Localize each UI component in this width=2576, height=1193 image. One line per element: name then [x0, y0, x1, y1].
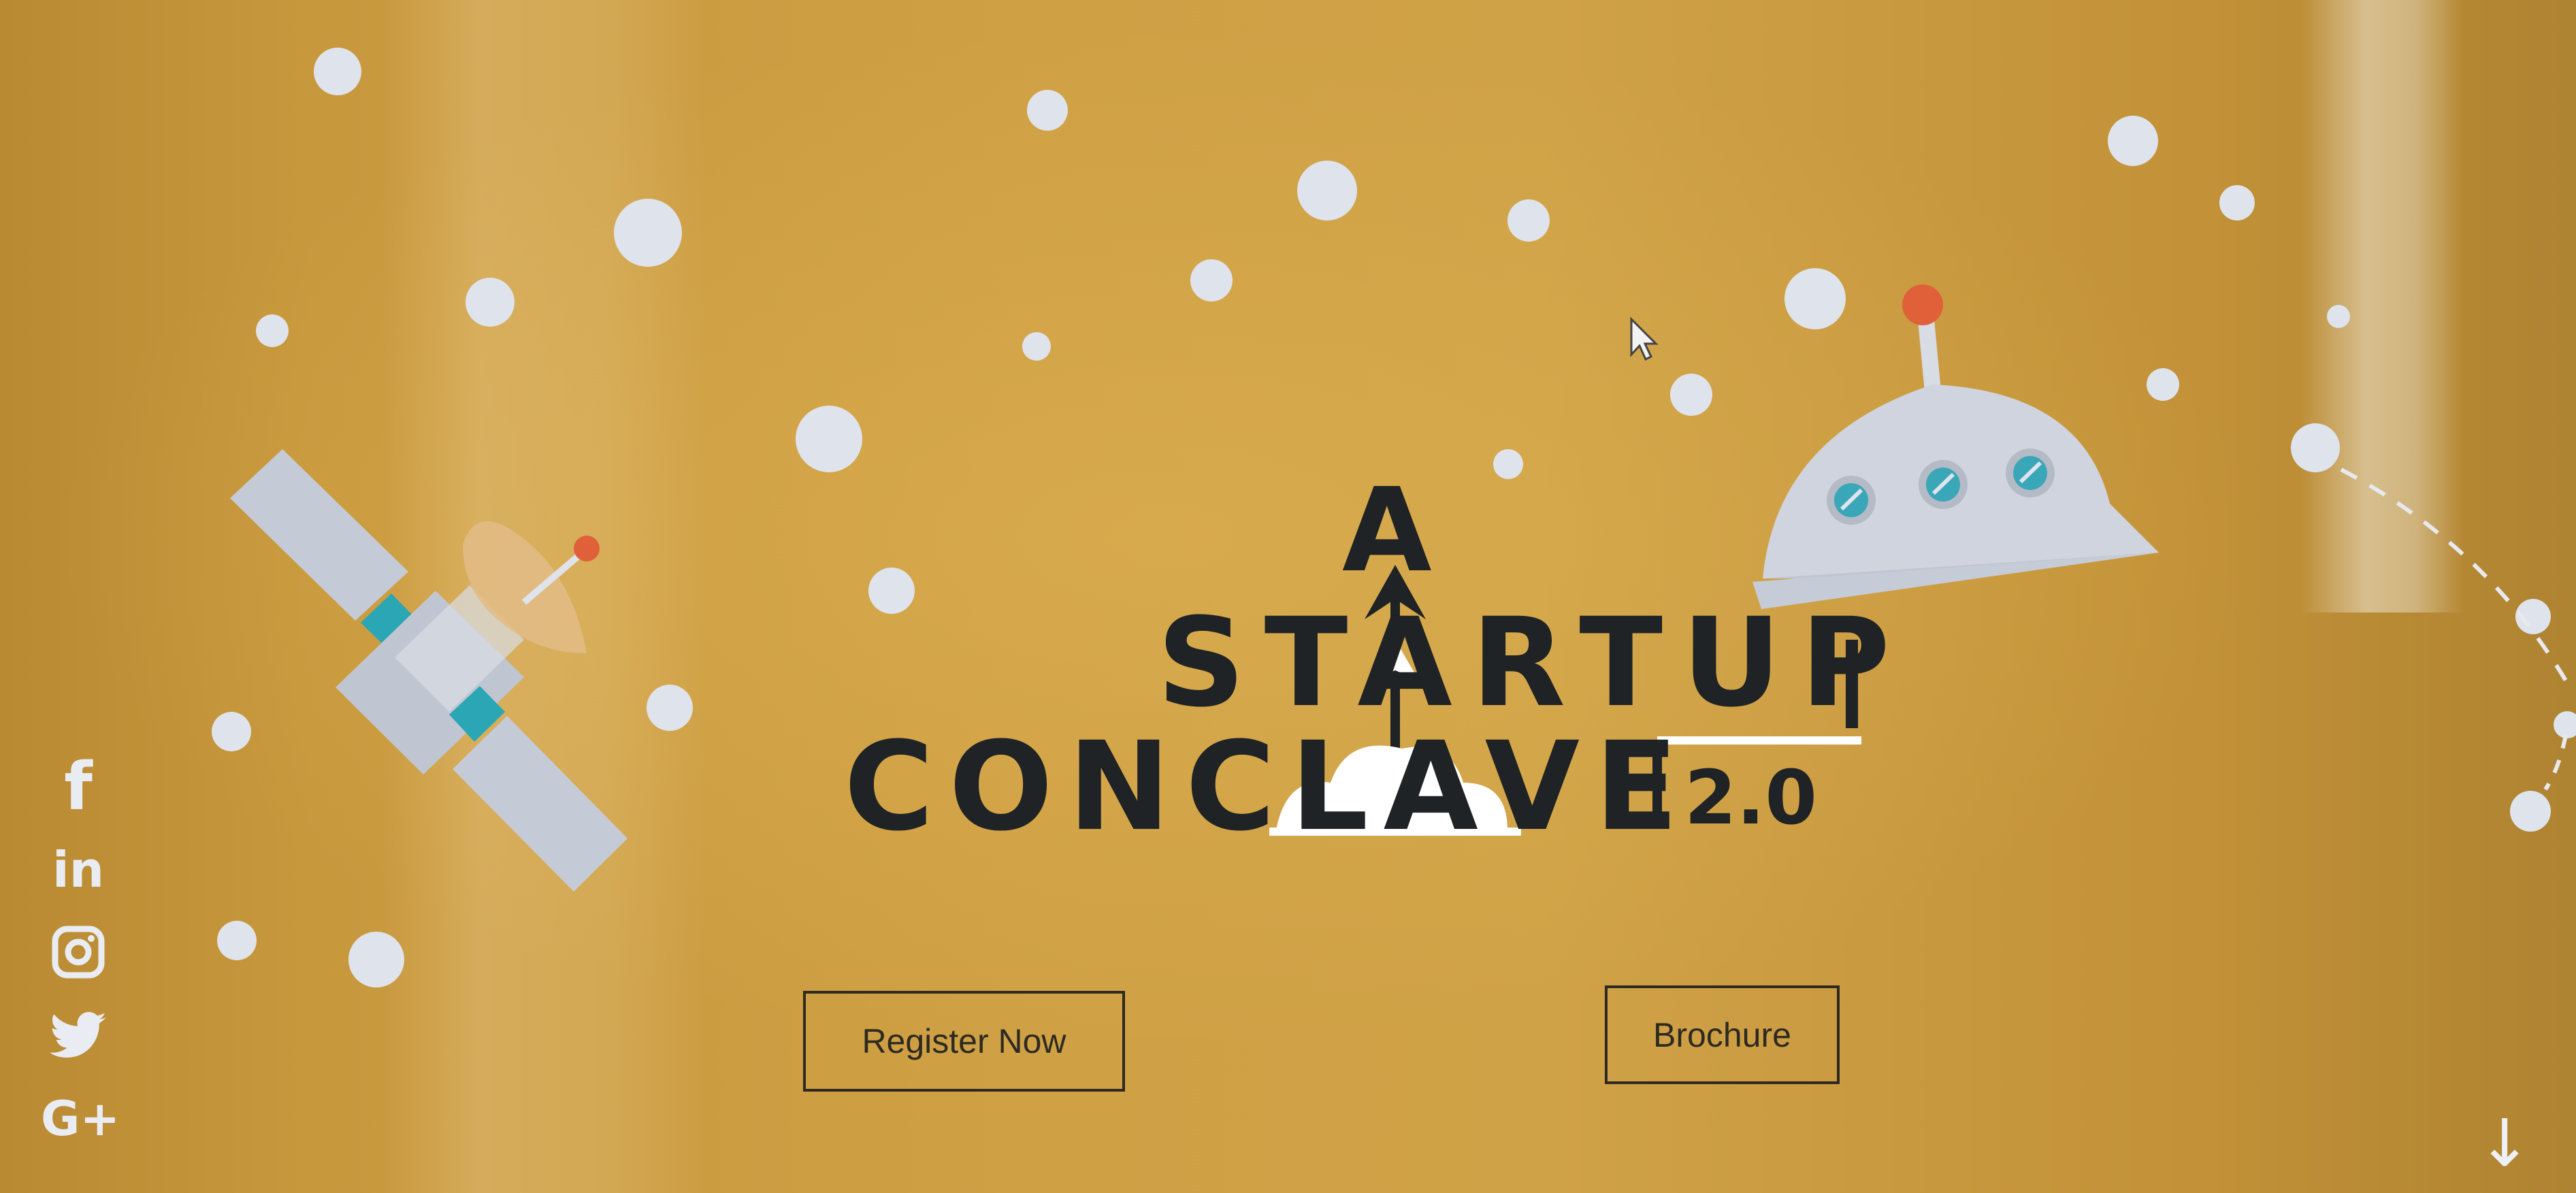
bubble — [348, 932, 404, 987]
bubble — [2108, 116, 2158, 166]
bubble — [1784, 268, 1846, 329]
bubble — [212, 712, 251, 751]
google-plus-icon[interactable]: G+ — [41, 1077, 120, 1160]
bubble — [1022, 332, 1051, 361]
bubble — [2219, 185, 2255, 220]
satellite-illustration — [230, 449, 627, 892]
bubble — [256, 314, 289, 347]
bubble — [796, 406, 862, 472]
bubble — [647, 685, 693, 731]
scroll-down-arrow-icon[interactable]: ↓ — [2477, 1106, 2532, 1181]
twitter-icon[interactable] — [41, 994, 116, 1077]
bubble — [1297, 161, 1357, 220]
bubble — [2291, 423, 2340, 472]
bubble — [2554, 711, 2576, 738]
bubble — [314, 48, 361, 95]
bubble — [1507, 199, 1550, 242]
background-illustration — [212, 48, 2576, 987]
brochure-button[interactable]: Brochure — [1605, 985, 1840, 1084]
trajectory-line — [2340, 468, 2568, 682]
bubble — [1493, 449, 1523, 479]
hero-section: A STARTUP CONCLAVE 2.0 Register Now Broc… — [0, 0, 2576, 1193]
bubble — [217, 921, 257, 960]
bubble — [614, 199, 682, 267]
mouse-cursor — [1630, 316, 1659, 361]
bubble — [868, 568, 915, 614]
instagram-icon[interactable] — [41, 911, 116, 994]
facebook-icon[interactable]: f — [41, 745, 116, 828]
trajectory-line — [2543, 734, 2568, 791]
bubble — [1190, 259, 1233, 301]
linkedin-icon[interactable]: in — [41, 828, 116, 911]
bubble — [2147, 368, 2179, 401]
bubble — [1027, 90, 1068, 131]
bubble — [2327, 305, 2350, 328]
bubble — [1670, 374, 1712, 416]
spaceship-illustration — [1752, 284, 2159, 609]
bubble — [466, 278, 515, 327]
register-now-button[interactable]: Register Now — [803, 991, 1125, 1092]
bubble — [2510, 791, 2551, 832]
social-links: f in G+ — [41, 745, 120, 1160]
